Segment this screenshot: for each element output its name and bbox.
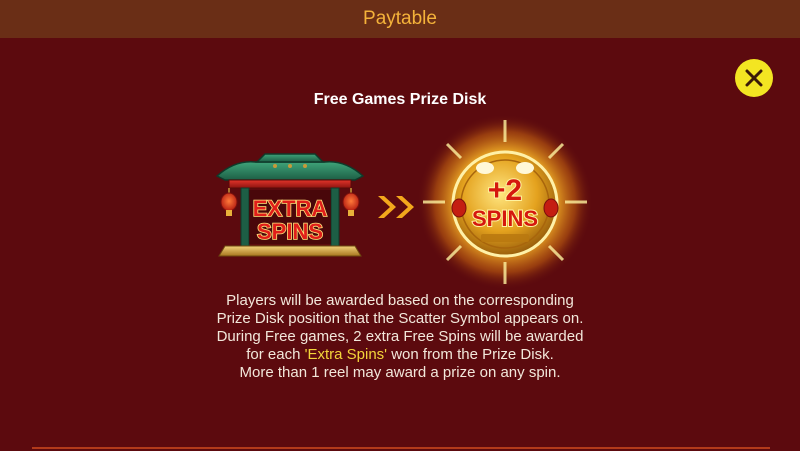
extra-spins-symbol: EXTRA SPINS bbox=[215, 153, 365, 257]
description-line-5: More than 1 reel may award a prize on an… bbox=[239, 364, 561, 381]
section-title: Free Games Prize Disk bbox=[313, 91, 487, 108]
header-bar: Paytable bbox=[0, 0, 800, 38]
prize-disk-symbol: +2 SPINS bbox=[417, 114, 593, 290]
description-line-4-before: for each bbox=[246, 346, 305, 363]
description-line-3: During Free games, 2 extra Free Spins wi… bbox=[216, 328, 584, 345]
double-chevron-right-icon bbox=[378, 196, 414, 218]
extra-spins-text-line2: SPINS bbox=[257, 219, 323, 244]
description-line-2: Prize Disk position that the Scatter Sym… bbox=[216, 310, 584, 327]
bottom-divider bbox=[32, 447, 770, 449]
prize-disk-text-line1: +2 bbox=[488, 174, 522, 207]
extra-spins-highlight: 'Extra Spins' bbox=[304, 346, 388, 363]
paytable-page: Paytable Free Games Prize Disk EXTRA SPI… bbox=[0, 0, 800, 451]
prize-disk-text-line2: SPINS bbox=[472, 206, 538, 231]
page-title: Paytable bbox=[363, 8, 437, 29]
description-text: Players will be awarded based on the cor… bbox=[0, 292, 800, 382]
description-line-4-after: won from the Prize Disk. bbox=[387, 346, 554, 363]
close-icon bbox=[745, 69, 763, 87]
description-line-1: Players will be awarded based on the cor… bbox=[226, 292, 574, 309]
description-line-4: for each 'Extra Spins' won from the Priz… bbox=[0, 346, 800, 364]
extra-spins-text-line1: EXTRA bbox=[253, 196, 328, 221]
